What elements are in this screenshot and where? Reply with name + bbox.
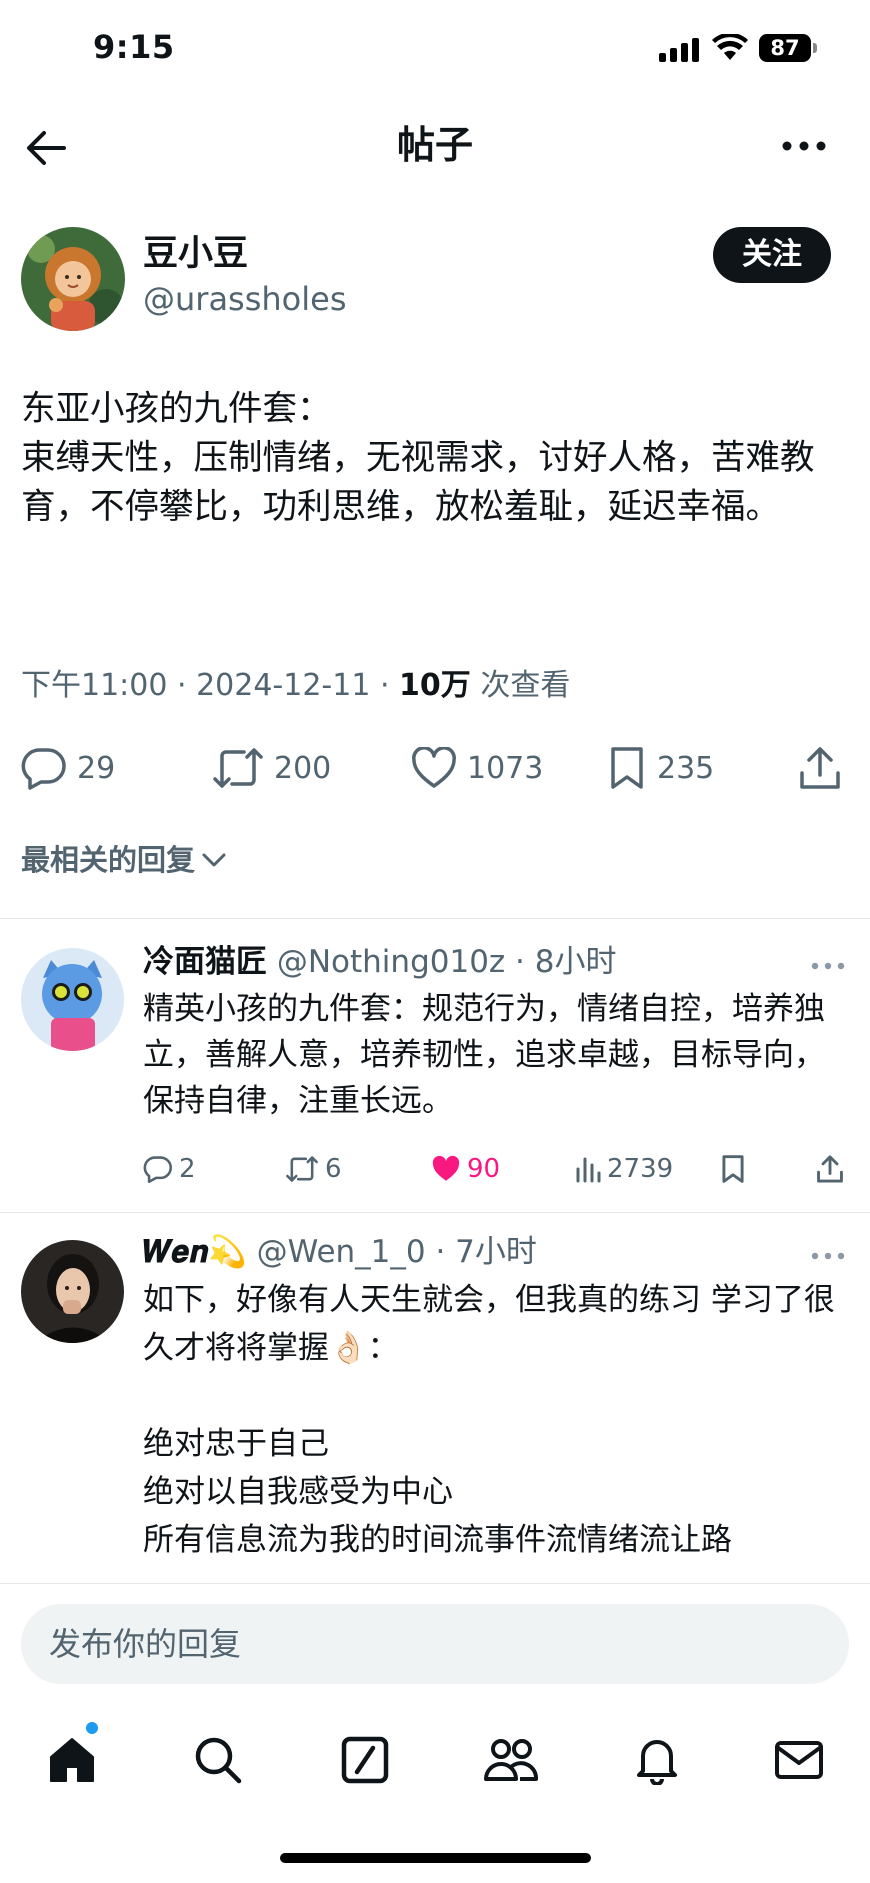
reply-count: 29 [77, 750, 116, 786]
heart-icon [412, 747, 456, 788]
reply-views-count: 2739 [607, 1154, 674, 1184]
bookmark-button[interactable]: 235 [607, 740, 714, 796]
reply-reply-button[interactable]: 2 [143, 1154, 196, 1184]
nav-notifications[interactable] [627, 1730, 687, 1790]
wifi-icon [712, 34, 748, 60]
repost-count: 200 [274, 750, 332, 786]
bookmark-icon [611, 747, 643, 789]
author-name[interactable]: 豆小豆 [143, 232, 248, 276]
bookmark-count: 235 [657, 750, 715, 786]
nav-messages[interactable] [769, 1730, 829, 1790]
nav-communities[interactable] [481, 1730, 541, 1790]
author-handle[interactable]: @urassholes [143, 277, 347, 321]
divider [0, 1212, 870, 1213]
reply-repost-button[interactable]: 6 [285, 1154, 342, 1184]
more-icon[interactable] [780, 126, 828, 166]
views-count: 10万 [399, 668, 471, 703]
divider [0, 1583, 870, 1584]
repost-button[interactable]: 200 [212, 740, 331, 796]
reply-input[interactable] [49, 1604, 809, 1684]
battery-tip [813, 43, 817, 53]
reply-views-button[interactable]: 2739 [575, 1154, 673, 1184]
reply-avatar[interactable] [21, 948, 124, 1051]
cellular-signal-icon [659, 38, 701, 62]
divider [0, 918, 870, 919]
views-label: 次查看 [470, 668, 571, 703]
bottom-navigation [0, 1720, 870, 1810]
reply-author-name[interactable]: 冷面猫匠 [143, 944, 267, 980]
home-notification-dot [86, 1722, 98, 1734]
post-author: 豆小豆 @urassholes 关注 [0, 222, 870, 332]
views-icon [576, 1157, 601, 1183]
reply-handle-time: @Wen_1_0 · 7小时 [246, 1234, 537, 1270]
reply-more-icon[interactable] [810, 960, 846, 972]
like-button[interactable]: 1073 [411, 740, 543, 796]
reply-text: 精英小孩的九件套：规范行为，情绪自控，培养独立，善解人意，培养韧性，追求卓越，目… [143, 991, 825, 1119]
top-bar: 帖子 [0, 110, 870, 185]
share-icon [800, 747, 840, 789]
repost-icon [213, 748, 263, 788]
post-meta: 下午11:00 · 2024-12-11 · 10万 次查看 [21, 665, 570, 707]
mail-icon [775, 1741, 823, 1779]
post-text: 东亚小孩的九件套： 束缚天性，压制情绪，无视需求，讨好人格，苦难教育，不停攀比，… [21, 389, 815, 527]
share-icon [817, 1155, 843, 1183]
reply-reply-count: 2 [179, 1154, 196, 1184]
like-count: 1073 [467, 750, 544, 786]
reply-share-button[interactable] [816, 1154, 844, 1184]
chevron-down-icon [202, 853, 226, 867]
repost-icon [286, 1156, 318, 1182]
search-icon [195, 1737, 242, 1784]
bookmark-icon [722, 1155, 744, 1183]
sort-label: 最相关的回复 [21, 843, 196, 877]
reply-author-name[interactable]: 𝑾𝒆𝒏💫 [143, 1234, 247, 1270]
nav-grok[interactable] [335, 1730, 395, 1790]
reply-button[interactable]: 29 [21, 740, 115, 796]
reply-handle-time: @Nothing010z · 8小时 [267, 944, 617, 980]
reply-icon [143, 1156, 172, 1183]
status-time: 9:15 [93, 28, 175, 66]
battery-icon: 87 [759, 34, 811, 62]
reply-like-button[interactable]: 90 [431, 1154, 500, 1184]
bell-icon [637, 1740, 677, 1785]
home-icon [50, 1738, 94, 1782]
follow-button[interactable]: 关注 [713, 227, 831, 283]
grok-icon [341, 1736, 389, 1784]
status-bar: 9:15 87 [0, 0, 870, 100]
heart-filled-icon [432, 1155, 460, 1181]
home-indicator[interactable] [280, 1853, 591, 1863]
share-button[interactable] [798, 740, 842, 796]
author-avatar[interactable] [21, 227, 125, 331]
post-actions: 29 200 1073 235 [0, 740, 870, 800]
page-title: 帖子 [396, 123, 473, 167]
reply-more-icon[interactable] [810, 1250, 846, 1262]
nav-home[interactable] [42, 1730, 102, 1790]
reply-composer[interactable] [21, 1604, 849, 1684]
reply-header: 𝑾𝒆𝒏💫 @Wen_1_0 · 7小时 [143, 1230, 537, 1274]
reply-like-count: 90 [467, 1154, 501, 1184]
reply-icon [21, 748, 66, 790]
post-timestamp: 下午11:00 · 2024-12-11 · [21, 668, 400, 703]
reply-text: 如下，好像有人天生就会，但我真的练习 学习了很久才将将掌握👌🏻： 绝对忠于自己 … [143, 1282, 835, 1558]
communities-icon [484, 1739, 538, 1781]
reply-bookmark-button[interactable] [720, 1154, 746, 1184]
reply-repost-count: 6 [325, 1154, 342, 1184]
reply-avatar[interactable] [21, 1240, 124, 1343]
nav-search[interactable] [188, 1730, 248, 1790]
sort-replies-dropdown[interactable]: 最相关的回复 [21, 840, 227, 880]
reply-header: 冷面猫匠 @Nothing010z · 8小时 [143, 940, 616, 984]
